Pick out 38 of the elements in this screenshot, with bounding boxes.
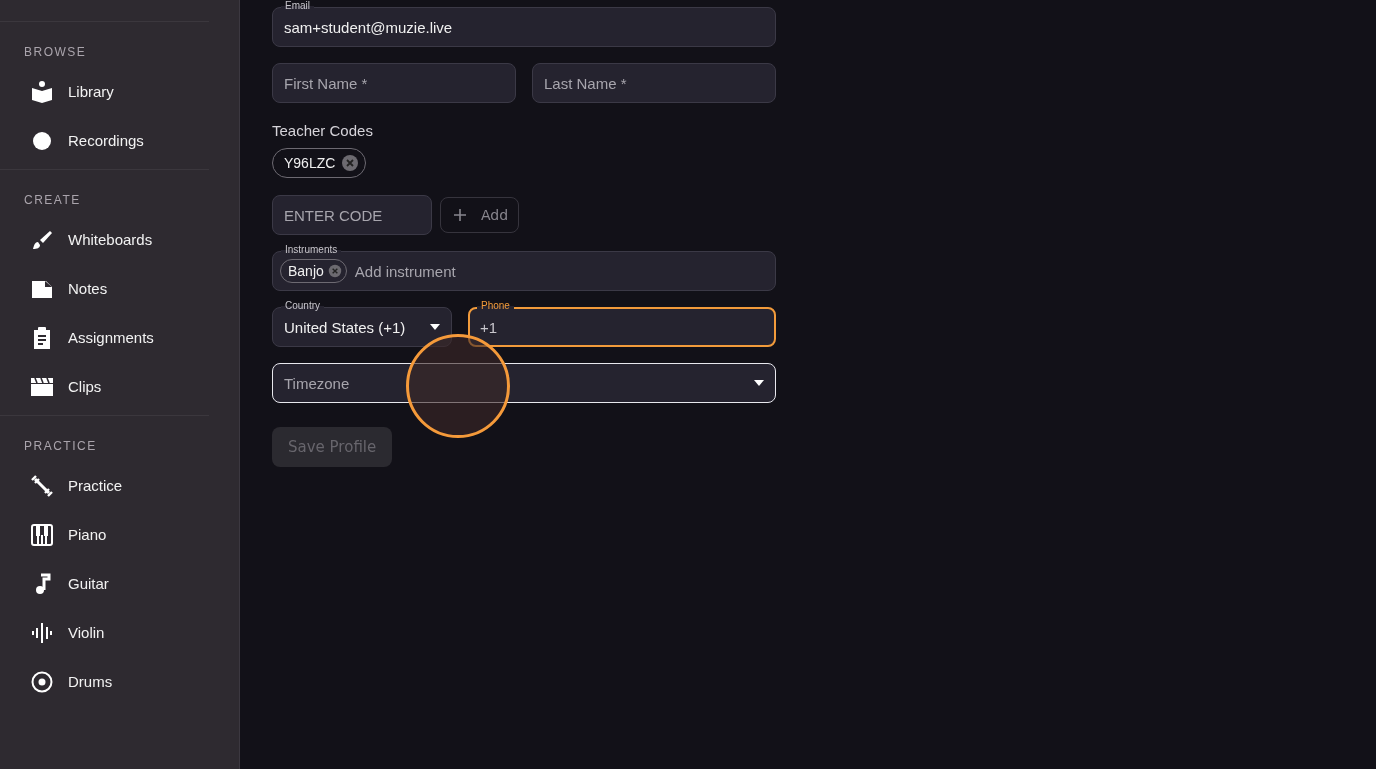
sidebar-item[interactable]: Notes	[0, 264, 209, 313]
section-heading: BROWSE	[23, 44, 88, 61]
sidebar-item[interactable]: Violin	[0, 608, 209, 657]
email-field[interactable]: Email sam+student@muzie.live	[272, 0, 776, 47]
sidebar-item[interactable]: Library	[0, 67, 209, 116]
timezone-select[interactable]: Timezone	[272, 363, 776, 403]
book-icon	[30, 79, 54, 104]
sidebar-item[interactable]: Recordings	[0, 116, 209, 165]
sidebar-item[interactable]: Piano	[0, 510, 209, 559]
last-name-field[interactable]: Last Name *	[532, 63, 776, 103]
dumbbell-icon	[30, 473, 54, 498]
sidebar-item[interactable]: Guitar	[0, 559, 209, 608]
sidebar-item[interactable]: Practice	[0, 461, 209, 510]
field-label: Country	[281, 300, 324, 312]
section-heading: PRACTICE	[23, 438, 98, 455]
country-select[interactable]: Country United States (+1)	[272, 300, 452, 347]
add-button[interactable]: Add	[440, 197, 520, 233]
instruments-field[interactable]: Instruments Banjo Add instrument	[272, 244, 776, 291]
field-label: Instruments	[281, 244, 342, 256]
sidebar-item[interactable]: Drums	[0, 657, 209, 706]
remove-icon	[341, 154, 360, 172]
field-label: Phone	[477, 300, 514, 312]
field-label: Email	[281, 0, 314, 12]
section-label: Teacher Codes	[272, 122, 374, 140]
caret-icon	[754, 380, 764, 386]
wave-icon	[30, 620, 54, 645]
section-heading: CREATE	[23, 192, 82, 209]
phone-field[interactable]: Phone +1	[468, 300, 776, 347]
piano-icon	[30, 522, 54, 547]
sidebar-item[interactable]: Assignments	[0, 313, 209, 362]
sidebar-item[interactable]: Whiteboards	[0, 215, 209, 264]
sidebar-item[interactable]: Clips	[0, 362, 209, 411]
first-name-field[interactable]: First Name *	[272, 63, 516, 103]
code-field[interactable]: ENTER CODE	[272, 195, 432, 235]
plus-icon	[451, 206, 469, 224]
caret-icon	[430, 324, 440, 330]
remove-icon	[327, 264, 342, 278]
target-icon	[30, 669, 54, 694]
